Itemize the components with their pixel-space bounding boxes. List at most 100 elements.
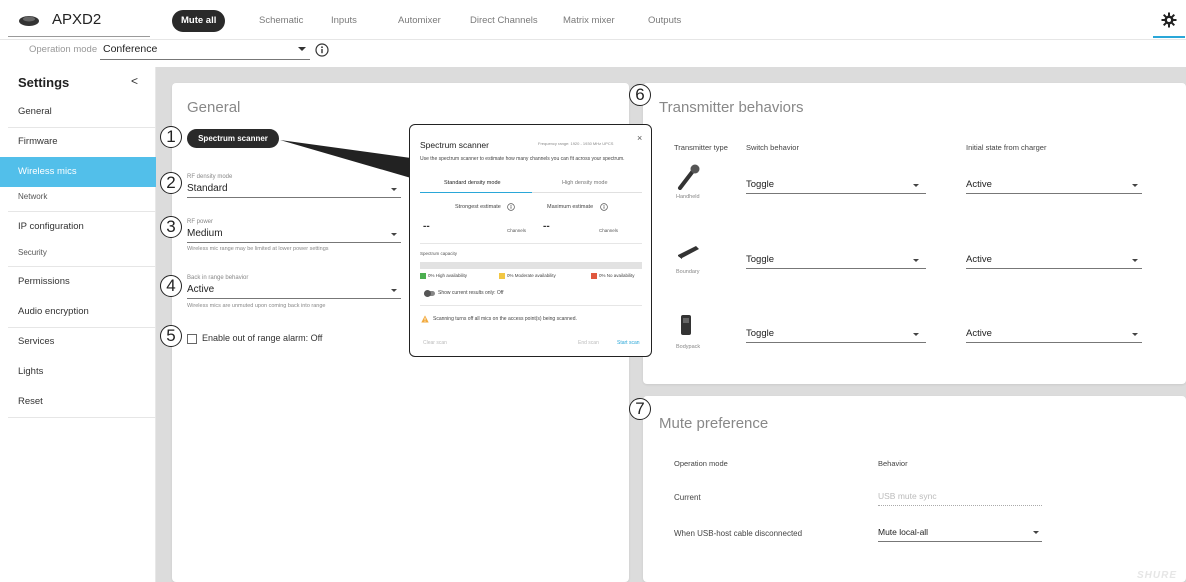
close-icon[interactable]: ×: [637, 133, 642, 143]
back-in-range-underline: [187, 298, 401, 299]
toggle-knob: [424, 289, 431, 297]
boundary-label: Boundary: [676, 269, 700, 275]
transmitter-behaviors-card: [643, 83, 1186, 384]
operation-mode-bar: Operation mode Conference: [0, 40, 1186, 62]
collapse-sidebar-icon[interactable]: <: [131, 74, 138, 88]
bodypack-initial-select[interactable]: Active: [966, 328, 992, 339]
tab-mute-all[interactable]: Mute all: [172, 10, 226, 32]
initial-state-header: Initial state from charger: [966, 143, 1047, 152]
bodypack-switch-select[interactable]: Toggle: [746, 328, 774, 339]
handheld-initial-underline: [966, 193, 1142, 194]
sidebar-divider: [8, 327, 156, 328]
dialog-title: Spectrum scanner: [420, 140, 489, 150]
chevron-down-icon[interactable]: [391, 289, 397, 292]
rf-density-label: RF density mode: [187, 174, 233, 180]
gear-icon[interactable]: [1161, 12, 1177, 28]
legend-moderate: 0% Moderate availability: [507, 273, 556, 278]
current-mute-behavior: USB mute sync: [878, 491, 937, 501]
current-mode-label: Current: [674, 493, 701, 502]
general-title: General: [187, 99, 241, 116]
sidebar-item-wireless-mics[interactable]: Wireless mics: [0, 157, 156, 187]
tab-matrix-mixer[interactable]: Matrix mixer: [563, 10, 615, 32]
info-icon[interactable]: [507, 203, 515, 211]
chevron-down-icon[interactable]: [391, 233, 397, 236]
handheld-switch-select[interactable]: Toggle: [746, 179, 774, 190]
tab-standard-density[interactable]: Standard density mode: [444, 180, 501, 186]
rf-power-select[interactable]: Medium: [187, 228, 223, 239]
sidebar-item-reset[interactable]: Reset: [0, 392, 156, 412]
boundary-initial-select[interactable]: Active: [966, 254, 992, 265]
gear-active-indicator: [1153, 36, 1185, 38]
handheld-mic-icon: [678, 164, 700, 190]
scan-warning: Scanning turns off all mics on the acces…: [433, 316, 577, 322]
out-of-range-alarm-checkbox[interactable]: [187, 334, 197, 344]
rf-density-select[interactable]: Standard: [187, 183, 228, 194]
usb-host-mute-underline: [878, 541, 1042, 542]
sidebar-item-lights[interactable]: Lights: [0, 362, 156, 382]
chevron-down-icon[interactable]: [913, 259, 919, 262]
operation-mode-select[interactable]: Conference: [103, 43, 157, 55]
end-scan-button[interactable]: End scan: [578, 340, 599, 346]
rf-power-label: RF power: [187, 219, 214, 225]
tab-high-density[interactable]: High density mode: [562, 180, 608, 186]
rf-power-helper: Wireless mic range may be limited at low…: [187, 246, 329, 252]
chevron-down-icon[interactable]: [1132, 184, 1138, 187]
boundary-switch-select[interactable]: Toggle: [746, 254, 774, 265]
device-name-underline: [8, 36, 150, 37]
chevron-down-icon[interactable]: [1033, 531, 1039, 534]
rf-density-underline: [187, 197, 401, 198]
back-in-range-helper: Wireless mics are unmuted upon coming ba…: [187, 303, 326, 309]
sidebar-section-security: Security: [18, 248, 47, 257]
sidebar-item-audio-encryption[interactable]: Audio encryption: [0, 302, 156, 322]
tab-schematic[interactable]: Schematic: [259, 10, 303, 32]
chevron-down-icon[interactable]: [1132, 333, 1138, 336]
sidebar-title: Settings: [18, 75, 70, 90]
chevron-down-icon[interactable]: [1132, 259, 1138, 262]
tab-automixer[interactable]: Automixer: [398, 10, 441, 32]
usb-host-mute-select[interactable]: Mute local-all: [878, 527, 928, 537]
start-scan-button[interactable]: Start scan: [617, 340, 640, 346]
back-in-range-select[interactable]: Active: [187, 284, 214, 295]
active-tab-indicator: [420, 192, 532, 193]
callout-4: 4: [160, 275, 182, 297]
boundary-mic-icon: [678, 246, 699, 259]
chevron-down-icon[interactable]: [391, 188, 397, 191]
show-current-label: Show current results only: Off: [438, 290, 504, 296]
sidebar-divider: [8, 127, 156, 128]
usb-host-label: When USB-host cable disconnected: [674, 529, 803, 538]
sidebar-divider: [8, 417, 156, 418]
handheld-initial-select[interactable]: Active: [966, 179, 992, 190]
sidebar-item-ip-configuration[interactable]: IP configuration: [0, 217, 156, 237]
warning-icon: [421, 315, 429, 323]
tab-outputs[interactable]: Outputs: [648, 10, 681, 32]
transmitter-type-header: Transmitter type: [674, 143, 728, 152]
switch-behavior-header: Switch behavior: [746, 143, 799, 152]
chevron-down-icon[interactable]: [913, 184, 919, 187]
sidebar-item-firmware[interactable]: Firmware: [0, 132, 156, 152]
bodypack-initial-underline: [966, 342, 1142, 343]
boundary-switch-underline: [746, 268, 926, 269]
dialog-description: Use the spectrum scanner to estimate how…: [420, 156, 625, 162]
spectrum-scanner-button[interactable]: Spectrum scanner: [187, 129, 279, 148]
tab-inputs[interactable]: Inputs: [331, 10, 357, 32]
tab-direct-channels[interactable]: Direct Channels: [470, 10, 538, 32]
bodypack-icon: [681, 315, 691, 335]
sidebar-divider: [8, 266, 156, 267]
sidebar-section-network: Network: [18, 192, 48, 201]
clear-scan-button[interactable]: Clear scan: [423, 340, 447, 346]
mute-operation-mode-header: Operation mode: [674, 459, 728, 468]
chevron-down-icon[interactable]: [913, 333, 919, 336]
back-in-range-label: Back in range behavior: [187, 275, 249, 281]
chevron-down-icon[interactable]: [298, 47, 306, 51]
sidebar-header: Settings <: [0, 67, 156, 97]
mute-behavior-header: Behavior: [878, 459, 908, 468]
no-availability-swatch: [591, 273, 597, 279]
sidebar-item-services[interactable]: Services: [0, 332, 156, 352]
sidebar-item-permissions[interactable]: Permissions: [0, 272, 156, 292]
legend-none: 0% No availability: [599, 273, 635, 278]
info-icon[interactable]: [600, 203, 608, 211]
spectrum-capacity-label: Spectrum capacity: [420, 251, 458, 256]
info-icon[interactable]: [315, 43, 329, 57]
sidebar-item-general[interactable]: General: [0, 102, 156, 122]
callout-7: 7: [629, 398, 651, 420]
